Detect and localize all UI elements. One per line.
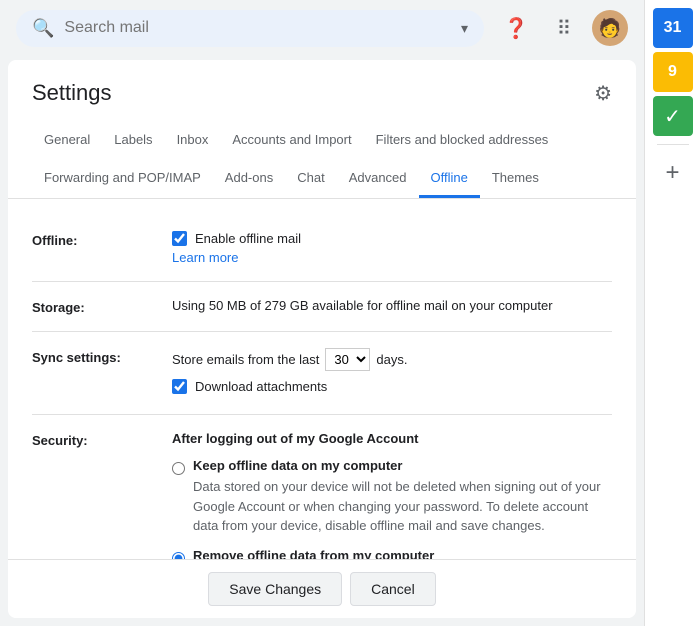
tab-chat[interactable]: Chat: [285, 160, 336, 198]
tab-themes[interactable]: Themes: [480, 160, 551, 198]
keep-offline-radio[interactable]: [172, 461, 185, 476]
enable-offline-label: Enable offline mail: [195, 231, 301, 246]
remove-offline-label: Remove offline data from my computer: [193, 548, 612, 560]
offline-row: Offline: Enable offline mail Learn more: [32, 215, 612, 282]
search-input[interactable]: [64, 19, 451, 37]
avatar-button[interactable]: 🧑: [592, 10, 628, 46]
cancel-button[interactable]: Cancel: [350, 572, 436, 606]
sidebar-add-button[interactable]: +: [653, 153, 693, 193]
security-row: Security: After logging out of my Google…: [32, 415, 612, 559]
remove-offline-option: Remove offline data from my computer Dat…: [172, 548, 612, 560]
download-attachments-row: Download attachments: [172, 379, 612, 394]
topbar-icons: ❓ ⠿ 🧑: [496, 8, 628, 48]
storage-label: Storage:: [32, 298, 172, 315]
offline-label: Offline:: [32, 231, 172, 265]
calendar-icon-label: 31: [664, 19, 682, 37]
apps-icon: ⠿: [557, 16, 572, 41]
enable-offline-checkbox[interactable]: [172, 231, 187, 246]
settings-footer: Save Changes Cancel: [8, 559, 636, 618]
help-button[interactable]: ❓: [496, 8, 536, 48]
tab-offline[interactable]: Offline: [419, 160, 480, 198]
tab-general[interactable]: General: [32, 122, 102, 160]
remove-offline-radio[interactable]: [172, 551, 185, 560]
security-value: After logging out of my Google Account K…: [172, 431, 612, 559]
security-heading: After logging out of my Google Account: [172, 431, 612, 446]
save-button[interactable]: Save Changes: [208, 572, 342, 606]
settings-content: Offline: Enable offline mail Learn more …: [8, 199, 636, 559]
search-icon: 🔍: [32, 18, 54, 39]
store-prefix: Store emails from the last: [172, 352, 319, 367]
learn-more-link[interactable]: Learn more: [172, 250, 612, 265]
tab-addons[interactable]: Add-ons: [213, 160, 285, 198]
keep-offline-desc: Data stored on your device will not be d…: [193, 477, 612, 536]
right-sidebar: 31 9 ✓ +: [644, 0, 700, 626]
topbar: 🔍 ▾ ❓ ⠿ 🧑: [0, 0, 644, 56]
enable-offline-row: Enable offline mail: [172, 231, 612, 246]
sync-label: Sync settings:: [32, 348, 172, 398]
tabs-row: General Labels Inbox Accounts and Import…: [32, 122, 612, 198]
search-dropdown-icon[interactable]: ▾: [461, 20, 468, 37]
calendar-app-icon[interactable]: 31: [653, 8, 693, 48]
search-bar: 🔍 ▾: [16, 10, 484, 47]
tasks-icon-label: ✓: [664, 104, 681, 129]
tab-forwarding[interactable]: Forwarding and POP/IMAP: [32, 160, 213, 198]
settings-title: Settings: [32, 80, 112, 106]
storage-row: Storage: Using 50 MB of 279 GB available…: [32, 282, 612, 332]
download-attachments-checkbox[interactable]: [172, 379, 187, 394]
tab-accounts[interactable]: Accounts and Import: [220, 122, 363, 160]
keep-icon-label: 9: [668, 63, 677, 81]
days-select[interactable]: 30 7 14 60 90: [325, 348, 370, 371]
avatar-icon: 🧑: [599, 18, 621, 39]
sync-value: Store emails from the last 30 7 14 60 90…: [172, 348, 612, 398]
download-attachments-label: Download attachments: [195, 379, 327, 394]
add-icon: +: [665, 159, 679, 187]
tasks-app-icon[interactable]: ✓: [653, 96, 693, 136]
tab-labels[interactable]: Labels: [102, 122, 164, 160]
keep-app-icon[interactable]: 9: [653, 52, 693, 92]
sidebar-divider: [657, 144, 689, 145]
settings-gear-icon[interactable]: ⚙: [594, 81, 612, 106]
help-icon: ❓: [504, 16, 529, 41]
apps-button[interactable]: ⠿: [544, 8, 584, 48]
offline-value: Enable offline mail Learn more: [172, 231, 612, 265]
tab-advanced[interactable]: Advanced: [337, 160, 419, 198]
settings-header: Settings ⚙ General Labels Inbox Accounts…: [8, 60, 636, 199]
store-suffix: days.: [376, 352, 407, 367]
main-content: 🔍 ▾ ❓ ⠿ 🧑 Settings ⚙ General Labels: [0, 0, 644, 626]
tab-filters[interactable]: Filters and blocked addresses: [364, 122, 561, 160]
security-label: Security:: [32, 431, 172, 559]
settings-title-row: Settings ⚙: [32, 80, 612, 106]
sync-days-row: Store emails from the last 30 7 14 60 90…: [172, 348, 612, 371]
tab-inbox[interactable]: Inbox: [165, 122, 221, 160]
keep-offline-option: Keep offline data on my computer Data st…: [172, 458, 612, 536]
keep-offline-label: Keep offline data on my computer: [193, 458, 612, 473]
settings-panel: Settings ⚙ General Labels Inbox Accounts…: [8, 60, 636, 618]
sync-row: Sync settings: Store emails from the las…: [32, 332, 612, 415]
storage-value: Using 50 MB of 279 GB available for offl…: [172, 298, 612, 315]
